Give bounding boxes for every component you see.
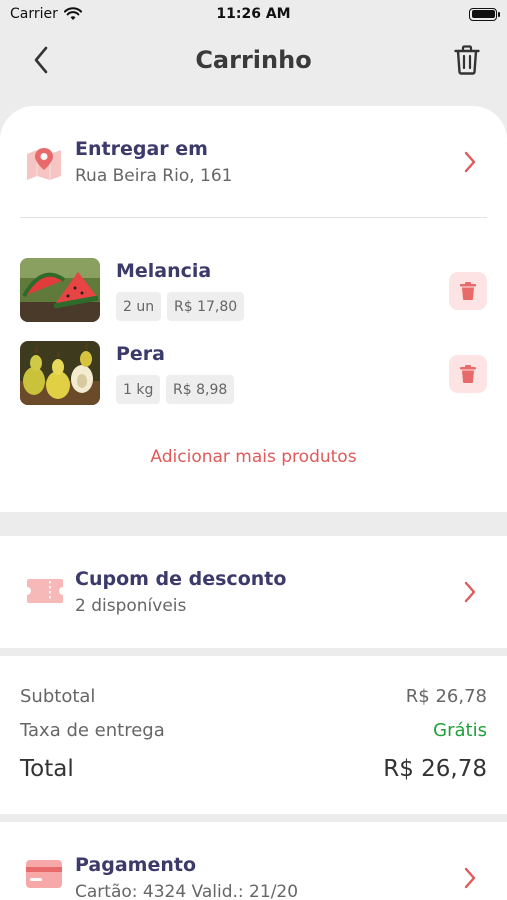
status-left: Carrier (10, 6, 82, 22)
order-summary: Subtotal R$ 26,78 Taxa de entrega Grátis… (0, 656, 507, 814)
nav-bar: Carrinho (0, 28, 507, 92)
total-value: R$ 26,78 (383, 756, 487, 782)
add-more-products-link[interactable]: Adicionar mais produtos (0, 447, 507, 467)
delivery-address: Rua Beira Rio, 161 (75, 166, 233, 186)
delivery-title: Entregar em (75, 138, 208, 160)
cart-item: Melancia 2 un R$ 17,80 (0, 258, 507, 324)
coupon-chevron (460, 579, 480, 605)
coupon-subtitle: 2 disponíveis (75, 596, 187, 616)
product-quantity: 2 un (116, 292, 162, 321)
product-price: R$ 17,80 (167, 292, 245, 321)
chevron-right-icon (464, 581, 476, 603)
watermelon-thumbnail (20, 258, 100, 322)
trash-icon (460, 282, 476, 300)
payment-title: Pagamento (75, 854, 197, 876)
coupon-row[interactable]: Cupom de desconto 2 disponíveis (0, 536, 507, 648)
cart-item: Pera 1 kg R$ 8,98 (0, 341, 507, 407)
back-button[interactable] (26, 44, 56, 76)
pear-thumbnail (20, 341, 100, 405)
trash-icon (460, 365, 476, 383)
payment-details: Cartão: 4324 Valid.: 21/20 (75, 882, 299, 900)
product-name: Melancia (116, 260, 212, 282)
product-name: Pera (116, 343, 166, 365)
clear-cart-button[interactable] (450, 42, 484, 78)
cart-card: Entregar em Rua Beira Rio, 161 Melancia … (0, 106, 507, 512)
delivery-fee-row: Taxa de entrega Grátis (20, 720, 487, 741)
trash-icon (454, 45, 480, 75)
subtotal-row: Subtotal R$ 26,78 (20, 686, 487, 707)
product-quantity: 1 kg (116, 375, 161, 404)
delivery-chevron (460, 149, 480, 175)
chevron-right-icon (464, 867, 476, 889)
product-price: R$ 8,98 (166, 375, 235, 404)
divider (20, 217, 487, 218)
ticket-icon (27, 579, 63, 603)
remove-item-button[interactable] (449, 272, 487, 310)
chevron-left-icon (34, 46, 48, 74)
coupon-title: Cupom de desconto (75, 568, 287, 590)
total-row: Total R$ 26,78 (20, 756, 487, 782)
payment-chevron (460, 865, 480, 891)
delivery-address-row[interactable]: Entregar em Rua Beira Rio, 161 (0, 106, 507, 218)
remove-item-button[interactable] (449, 355, 487, 393)
battery-icon (469, 7, 500, 21)
map-pin-icon (27, 148, 61, 180)
subtotal-label: Subtotal (20, 686, 96, 707)
carrier-label: Carrier (10, 6, 58, 22)
delivery-fee-value: Grátis (433, 720, 487, 741)
total-label: Total (20, 756, 74, 782)
wifi-icon (63, 7, 82, 20)
credit-card-icon (26, 860, 62, 888)
chevron-right-icon (464, 151, 476, 173)
delivery-fee-label: Taxa de entrega (20, 720, 165, 741)
status-bar: Carrier 11:26 AM (0, 0, 507, 28)
payment-row[interactable]: Pagamento Cartão: 4324 Valid.: 21/20 (0, 822, 507, 900)
subtotal-value: R$ 26,78 (405, 686, 487, 707)
page-title: Carrinho (195, 46, 312, 74)
